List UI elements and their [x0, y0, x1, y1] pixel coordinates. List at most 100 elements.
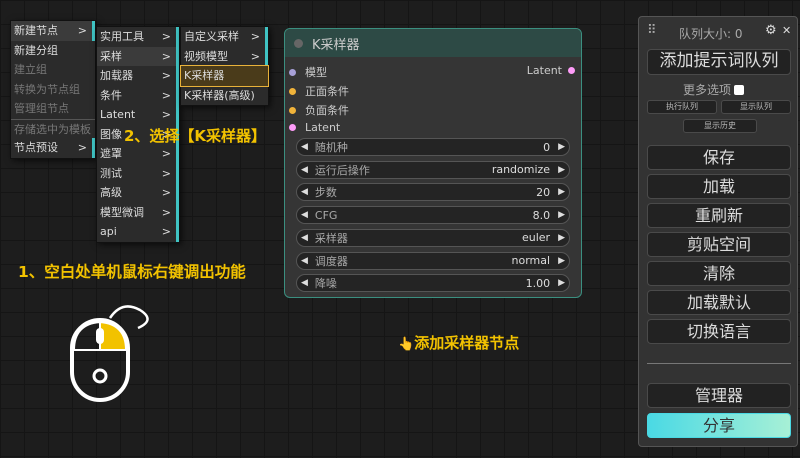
chevron-right-icon: >	[250, 30, 260, 43]
menu-item[interactable]: 新建分组	[11, 41, 95, 61]
menu-item[interactable]: 新建节点 >	[11, 21, 95, 41]
input-port[interactable]: 负面条件	[289, 102, 349, 118]
menu-item[interactable]: K采样器	[180, 65, 269, 87]
increment-arrow-icon[interactable]: ▶	[554, 256, 569, 266]
increment-arrow-icon[interactable]: ▶	[554, 142, 569, 152]
widget-value: 0	[543, 140, 551, 154]
menu-item[interactable]: 视频模型 >	[181, 46, 268, 66]
widget-control[interactable]: ◀ CFG 8.0 ▶	[296, 206, 570, 225]
decrement-arrow-icon[interactable]: ◀	[297, 233, 312, 243]
menu-item[interactable]: 条件 >	[97, 85, 179, 105]
annotation-step1: 1、空白处单机鼠标右键调出功能	[18, 263, 246, 281]
output-latent[interactable]: Latent	[527, 64, 575, 77]
menu-item-label: api	[100, 225, 117, 238]
more-options-checkbox[interactable]	[734, 84, 745, 95]
input-port[interactable]: 正面条件	[289, 83, 349, 99]
input-port-icon[interactable]	[289, 87, 296, 95]
menu-item-label: 条件	[100, 88, 122, 102]
input-port-label: 正面条件	[305, 85, 349, 98]
menu-item[interactable]: 模型微调 >	[97, 202, 179, 222]
menu-item-label: 管理组节点	[14, 102, 69, 115]
menu-item: 建立组	[11, 60, 95, 80]
widget-value: 8.0	[532, 208, 551, 222]
chevron-right-icon: >	[161, 166, 171, 180]
increment-arrow-icon[interactable]: ▶	[554, 278, 569, 288]
input-port[interactable]: 模型	[289, 64, 327, 80]
widget-control[interactable]: ◀ 降噪 1.00 ▶	[296, 274, 570, 293]
chevron-right-icon: >	[250, 49, 260, 63]
menu-item[interactable]: 测试 >	[97, 163, 179, 183]
share-button[interactable]: 分享	[647, 413, 791, 438]
ksampler-node[interactable]: K采样器 模型正面条件负面条件 Latent Latent ◀ 随机种 0 ▶ ◀ 运行后操…	[284, 28, 582, 298]
panel-button[interactable]: 剪贴空间	[647, 232, 791, 257]
menu-item[interactable]: 遮罩 >	[97, 144, 179, 164]
gear-icon[interactable]: ⚙	[765, 23, 777, 38]
view-queue-button-2[interactable]: 显示队列	[721, 100, 791, 114]
widget-value: euler	[521, 231, 551, 245]
hand-pointer-icon: 👆	[398, 337, 415, 352]
widget-value: 20	[536, 185, 551, 199]
panel-button[interactable]: 切换语言	[647, 319, 791, 344]
decrement-arrow-icon[interactable]: ◀	[297, 210, 312, 220]
close-icon[interactable]: ✕	[782, 24, 791, 37]
input-port[interactable]: Latent	[289, 121, 340, 134]
view-queue-button[interactable]: 执行队列	[647, 100, 717, 114]
menu-item[interactable]: 加载器 >	[97, 66, 179, 86]
chevron-right-icon: >	[161, 225, 171, 238]
menu-item[interactable]: 自定义采样 >	[181, 27, 268, 47]
menu-item[interactable]: 节点预设 >	[11, 138, 95, 158]
drag-handle-icon[interactable]: ⠿	[647, 23, 657, 38]
manager-button[interactable]: 管理器	[647, 383, 791, 408]
context-menu-sampling: 自定义采样 > 视频模型 > K采样器 K采样器(高级)	[180, 26, 269, 106]
divider	[647, 363, 791, 364]
menu-item-label: 加载器	[100, 69, 133, 82]
decrement-arrow-icon[interactable]: ◀	[297, 187, 312, 197]
menu-item-label: 新建分组	[14, 43, 58, 57]
panel-button[interactable]: 重刷新	[647, 203, 791, 228]
widget-label: 步数	[314, 186, 337, 200]
panel-button[interactable]: 加载	[647, 174, 791, 199]
decrement-arrow-icon[interactable]: ◀	[297, 256, 312, 266]
input-port-icon[interactable]	[289, 124, 296, 131]
menu-item[interactable]: K采样器(高级)	[181, 86, 268, 106]
queue-prompt-button[interactable]: 添加提示词队列	[647, 49, 791, 75]
increment-arrow-icon[interactable]: ▶	[554, 233, 569, 243]
increment-arrow-icon[interactable]: ▶	[554, 187, 569, 197]
menu-item[interactable]: 高级 >	[97, 183, 179, 203]
decrement-arrow-icon[interactable]: ◀	[297, 165, 312, 175]
panel-button[interactable]: 保存	[647, 145, 791, 170]
widget-control[interactable]: ◀ 步数 20 ▶	[296, 183, 570, 202]
menu-item-label: 遮罩	[100, 147, 122, 160]
menu-item[interactable]: api >	[97, 222, 179, 242]
widget-control[interactable]: ◀ 调度器 normal ▶	[296, 251, 570, 270]
chevron-right-icon: >	[161, 69, 171, 82]
node-title: K采样器	[312, 37, 360, 53]
more-options-label: 更多选项	[683, 83, 732, 97]
node-title-bar[interactable]: K采样器	[285, 29, 581, 57]
collapse-dot-icon[interactable]	[294, 38, 303, 48]
chevron-right-icon: >	[77, 141, 87, 154]
widget-control[interactable]: ◀ 运行后操作 randomize ▶	[296, 160, 570, 179]
output-port-icon[interactable]	[568, 67, 575, 74]
chevron-right-icon: >	[161, 49, 171, 63]
panel-button[interactable]: 清除	[647, 261, 791, 286]
input-port-icon[interactable]	[289, 68, 296, 76]
mouse-icon	[70, 305, 149, 402]
menu-item[interactable]: 实用工具 >	[97, 27, 179, 47]
menu-item[interactable]: Latent >	[97, 105, 179, 125]
widget-control[interactable]: ◀ 采样器 euler ▶	[296, 228, 570, 247]
input-port-label: Latent	[305, 121, 341, 134]
increment-arrow-icon[interactable]: ▶	[554, 165, 569, 175]
menu-item-label: 建立组	[14, 63, 47, 76]
menu-item-label: 测试	[100, 166, 122, 180]
decrement-arrow-icon[interactable]: ◀	[297, 278, 312, 288]
panel-button[interactable]: 加载默认	[647, 290, 791, 315]
menu-item[interactable]: 采样 >	[97, 46, 179, 66]
queue-size: 队列大小: 0	[679, 27, 743, 41]
input-port-icon[interactable]	[289, 106, 296, 114]
decrement-arrow-icon[interactable]: ◀	[297, 142, 312, 152]
view-history-button[interactable]: 显示历史	[683, 119, 757, 133]
increment-arrow-icon[interactable]: ▶	[554, 210, 569, 220]
widget-control[interactable]: ◀ 随机种 0 ▶	[296, 138, 570, 156]
widget-label: 采样器	[314, 231, 348, 245]
